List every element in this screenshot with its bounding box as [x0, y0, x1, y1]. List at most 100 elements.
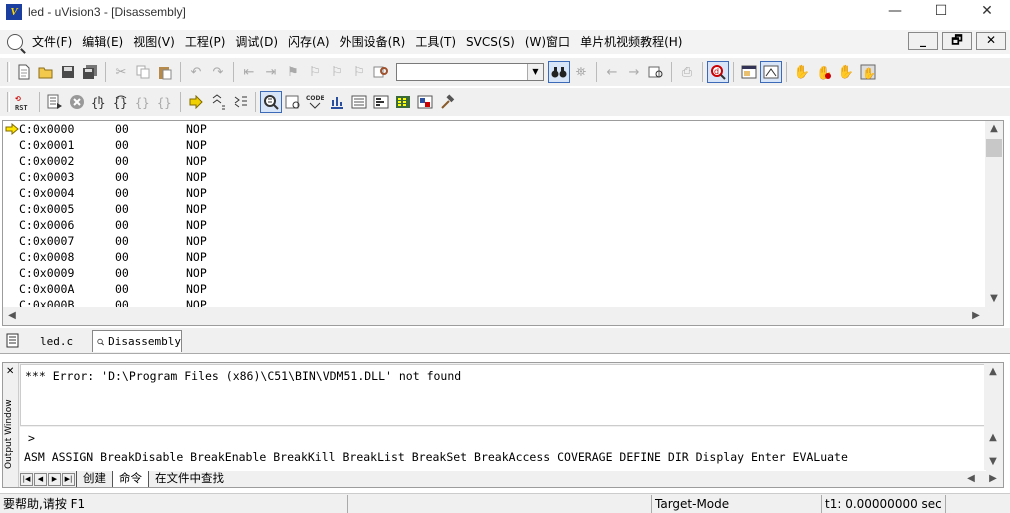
disassembly-line[interactable]: C:0x0004 00 NOP — [3, 185, 985, 201]
scroll-up-icon[interactable]: ▲ — [984, 364, 1002, 380]
disassembly-line[interactable]: C:0x000B 00 NOP — [3, 297, 985, 307]
menu-help[interactable]: 单片机视频教程(H) — [575, 30, 687, 54]
mdi-close-button[interactable]: ✕ — [976, 32, 1006, 50]
scroll-down-icon[interactable]: ▼ — [985, 291, 1003, 307]
command-area[interactable]: > ASM ASSIGN BreakDisable BreakEnable Br… — [20, 427, 986, 471]
hand-icon[interactable]: ✋ — [791, 61, 813, 83]
indent-icon[interactable]: ⇤ — [238, 61, 260, 83]
scroll-left-icon[interactable]: ◀ — [962, 471, 980, 487]
step-over-icon[interactable]: {} — [110, 91, 132, 113]
tab-command[interactable]: 命令 — [112, 471, 148, 487]
tab-led-c[interactable]: led.c — [38, 330, 92, 352]
code-coverage-icon[interactable]: CODE — [304, 91, 326, 113]
scroll-right-icon[interactable]: ▶ — [967, 308, 985, 324]
scroll-down-icon[interactable]: ▼ — [984, 454, 1002, 470]
disassembly-line[interactable]: C:0x0006 00 NOP — [3, 217, 985, 233]
view-trace-icon[interactable] — [229, 91, 251, 113]
find-in-files-icon[interactable] — [370, 61, 392, 83]
disassembly-line[interactable]: C:0x0008 00 NOP — [3, 249, 985, 265]
disassembly-hscrollbar[interactable]: ◀ ▶ — [3, 307, 985, 325]
prev-bookmark-icon[interactable]: ⚐ — [304, 61, 326, 83]
paste-icon[interactable] — [154, 61, 176, 83]
last-tab-icon[interactable]: ▶| — [62, 472, 75, 486]
clear-bookmarks-icon[interactable]: ⚐ — [348, 61, 370, 83]
new-file-icon[interactable] — [13, 61, 35, 83]
mdi-restore-button[interactable]: 🗗 — [942, 32, 972, 50]
output-hscrollbar[interactable]: ◀ ▶ — [962, 471, 1002, 487]
next-bookmark-icon[interactable]: ⚐ — [326, 61, 348, 83]
step-into-icon[interactable]: {} — [88, 91, 110, 113]
disassembly-vscrollbar[interactable]: ▲ ▼ — [985, 121, 1003, 307]
save-icon[interactable] — [57, 61, 79, 83]
run-to-cursor-icon[interactable]: {} — [154, 91, 176, 113]
cut-icon[interactable]: ✂ — [110, 61, 132, 83]
back-icon[interactable]: ← — [601, 61, 623, 83]
disassembly-line[interactable]: C:0x0002 00 NOP — [3, 153, 985, 169]
menu-svcs[interactable]: SVCS(S) — [461, 30, 520, 54]
disassembly-window-icon[interactable] — [260, 91, 282, 113]
run-icon[interactable] — [44, 91, 66, 113]
menu-tools[interactable]: 工具(T) — [410, 30, 461, 54]
output-vscrollbar[interactable]: ▲ ▲ ▼ — [984, 364, 1002, 470]
scroll-up-icon[interactable]: ▲ — [985, 121, 1003, 137]
show-next-statement-icon[interactable] — [185, 91, 207, 113]
toolbar-grip[interactable] — [7, 92, 10, 112]
disassembly-line[interactable]: C:0x0000 00 NOP — [3, 121, 985, 137]
scroll-thumb[interactable] — [986, 139, 1002, 157]
close-output-icon[interactable]: ✕ — [6, 366, 14, 377]
tab-disassembly[interactable]: Disassembly — [92, 330, 182, 352]
mdi-minimize-button[interactable]: _ — [908, 32, 938, 50]
watch-window-icon[interactable] — [282, 91, 304, 113]
incremental-find-icon[interactable]: ⛯ — [570, 61, 592, 83]
hammer-icon[interactable] — [436, 91, 458, 113]
serial-window-icon[interactable] — [392, 91, 414, 113]
menu-peripherals[interactable]: 外围设备(R) — [335, 30, 411, 54]
reset-icon[interactable]: ⟲ RST — [13, 91, 35, 113]
copy-icon[interactable] — [132, 61, 154, 83]
browse-icon[interactable] — [645, 61, 667, 83]
window-icon[interactable] — [738, 61, 760, 83]
menu-debug[interactable]: 调试(D) — [230, 30, 283, 54]
enable-trace-icon[interactable] — [207, 91, 229, 113]
next-tab-icon[interactable]: ▶ — [48, 472, 61, 486]
save-all-icon[interactable] — [79, 61, 101, 83]
menu-view[interactable]: 视图(V) — [128, 30, 180, 54]
menu-project[interactable]: 工程(P) — [180, 30, 231, 54]
performance-analyzer-icon[interactable] — [326, 91, 348, 113]
hand-grid-icon[interactable]: ✋ — [857, 61, 879, 83]
menu-file[interactable]: 文件(F) — [27, 30, 77, 54]
stop-icon[interactable] — [66, 91, 88, 113]
prev-tab-icon[interactable]: ◀ — [34, 472, 47, 486]
toggle-bookmark-icon[interactable]: ⚑ — [282, 61, 304, 83]
maximize-button[interactable]: ☐ — [918, 0, 964, 24]
debug-window-icon[interactable] — [7, 34, 23, 50]
disassembly-line[interactable]: C:0x000A 00 NOP — [3, 281, 985, 297]
dropdown-arrow-icon[interactable]: ▼ — [527, 64, 543, 80]
unindent-icon[interactable]: ⇥ — [260, 61, 282, 83]
memory-window-icon[interactable] — [348, 91, 370, 113]
menu-flash[interactable]: 闪存(A) — [283, 30, 335, 54]
disassembly-line[interactable]: C:0x0009 00 NOP — [3, 265, 985, 281]
output-text-area[interactable]: *** Error: 'D:\Program Files (x86)\C51\B… — [20, 364, 986, 426]
print-icon[interactable]: ⎙ — [676, 61, 698, 83]
logic-analyzer-icon[interactable] — [370, 91, 392, 113]
disassembly-line[interactable]: C:0x0005 00 NOP — [3, 201, 985, 217]
menu-edit[interactable]: 编辑(E) — [77, 30, 128, 54]
hand-stop-icon[interactable]: ✋ — [813, 61, 835, 83]
close-button[interactable]: ✕ — [964, 0, 1010, 24]
disassembly-line[interactable]: C:0x0003 00 NOP — [3, 169, 985, 185]
disassembly-line[interactable]: C:0x0007 00 NOP — [3, 233, 985, 249]
redo-icon[interactable]: ↷ — [207, 61, 229, 83]
minimize-button[interactable]: — — [872, 0, 918, 24]
disassembly-lines[interactable]: C:0x0000 00 NOP C:0x0001 00 NOP C:0x0002 00 NOP C… — [3, 121, 985, 307]
scroll-up-icon[interactable]: ▲ — [984, 430, 1002, 446]
toolbar-grip[interactable] — [7, 62, 10, 82]
toolbox-icon[interactable] — [414, 91, 436, 113]
step-out-icon[interactable]: {} — [132, 91, 154, 113]
disassembly-window[interactable]: C:0x0000 00 NOP C:0x0001 00 NOP C:0x0002 00 NOP C… — [2, 120, 1004, 326]
workspace-icon[interactable] — [6, 333, 20, 349]
undo-icon[interactable]: ↶ — [185, 61, 207, 83]
forward-icon[interactable]: → — [623, 61, 645, 83]
scroll-right-icon[interactable]: ▶ — [984, 471, 1002, 487]
disassembly-line[interactable]: C:0x0001 00 NOP — [3, 137, 985, 153]
